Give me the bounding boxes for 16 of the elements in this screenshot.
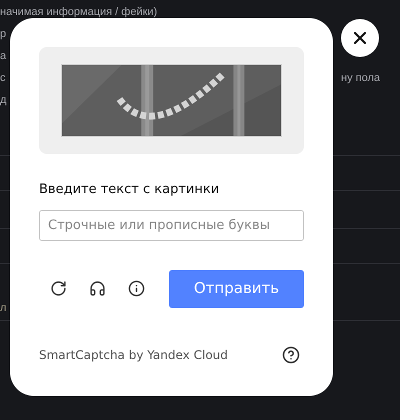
info-icon[interactable]: [128, 280, 145, 297]
background-text: д: [0, 92, 6, 108]
background-text: а: [0, 48, 6, 64]
background-text: р: [0, 26, 6, 42]
footer-text: SmartCaptcha by Yandex Cloud: [39, 346, 228, 364]
headphones-icon[interactable]: [89, 280, 106, 297]
prompt-label: Введите текст с картинки: [39, 181, 220, 199]
refresh-icon[interactable]: [50, 280, 67, 297]
close-button[interactable]: [341, 19, 379, 57]
submit-button[interactable]: Отправить: [169, 270, 304, 308]
background-text: с: [0, 70, 6, 86]
background-text: л: [0, 300, 6, 316]
background-text: ну пола: [341, 70, 380, 86]
background-text: начимая информация / фейки): [0, 4, 158, 20]
help-icon[interactable]: [282, 346, 300, 364]
answer-field[interactable]: Строчные или прописные буквы: [39, 210, 304, 240]
